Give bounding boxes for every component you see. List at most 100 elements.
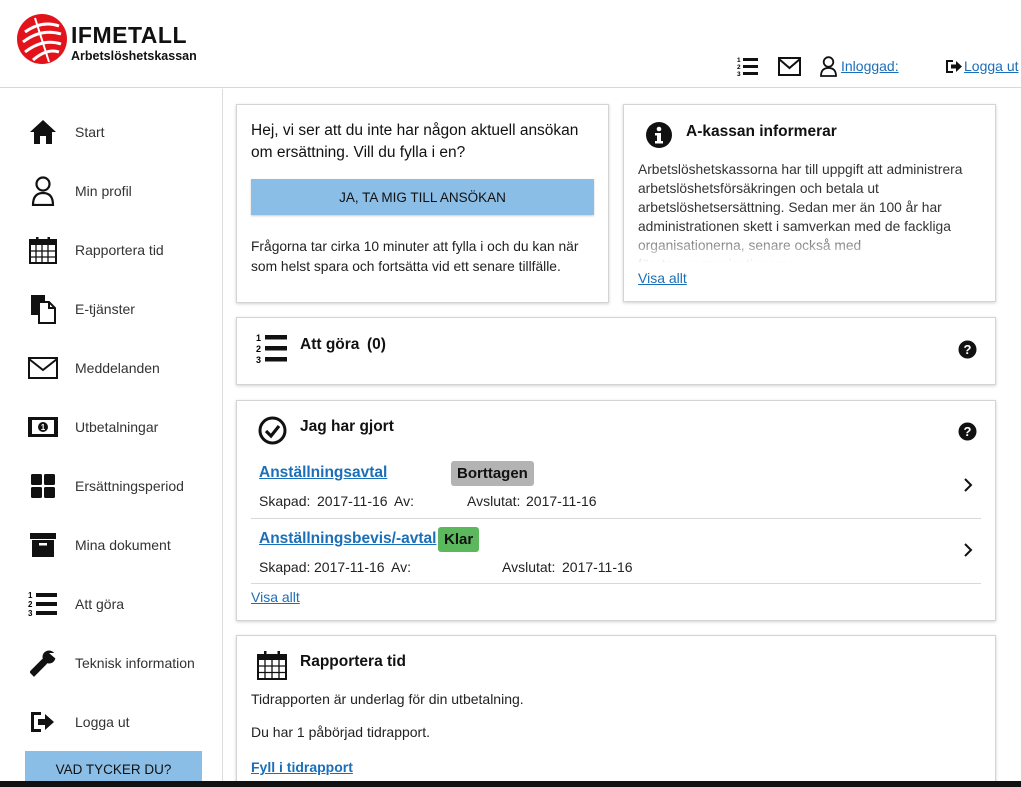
documents-icon: [27, 293, 59, 325]
fill-report-link[interactable]: Fyll i tidrapport: [251, 759, 353, 775]
created-label: Skapad:: [259, 559, 311, 575]
mail-icon: [27, 352, 59, 384]
svg-text:?: ?: [964, 424, 972, 439]
brand-subtitle: Arbetslöshetskassan: [71, 49, 197, 63]
sidebar-item-label: Logga ut: [75, 714, 130, 730]
sidebar-item-meddelanden[interactable]: Meddelanden: [0, 348, 222, 388]
svg-text:3: 3: [737, 71, 741, 78]
sidebar-item-label: Mina dokument: [75, 537, 171, 553]
report-card: Rapportera tid Tidrapporten är underlag …: [236, 635, 996, 787]
logged-in-link[interactable]: Inloggad:: [841, 58, 899, 74]
report-line-1: Tidrapporten är underlag för din utbetal…: [251, 691, 524, 707]
brand-name: IFMETALL: [71, 22, 187, 48]
sign-out-icon: [27, 706, 59, 738]
user-icon: [27, 175, 59, 207]
sidebar-item-logga-ut[interactable]: Logga ut: [0, 702, 222, 742]
info-card: A-kassan informerar Arbetslöshetskassorn…: [623, 104, 996, 302]
closed-date: 2017-11-16: [562, 559, 633, 575]
by-label: Av:: [391, 559, 411, 575]
calendar-icon: [27, 234, 59, 266]
sidebar-item-att-gora[interactable]: 123 Att göra: [0, 584, 222, 624]
created-label: Skapad:: [259, 493, 311, 509]
apply-card: Hej, vi ser att du inte har någon aktuel…: [236, 104, 609, 303]
chevron-right-icon[interactable]: [963, 477, 973, 493]
sidebar-item-teknisk-information[interactable]: Teknisk information: [0, 643, 222, 683]
sidebar-item-label: Rapportera tid: [75, 242, 164, 258]
sidebar-item-ersattningsperiod[interactable]: Ersättningsperiod: [0, 466, 222, 506]
svg-text:?: ?: [964, 342, 972, 357]
sidebar-item-utbetalningar[interactable]: 1 Utbetalningar: [0, 407, 222, 447]
info-title: A-kassan informerar: [686, 123, 837, 140]
list-item[interactable]: Anställningsbevis/-avtal Klar Skapad: 20…: [237, 519, 981, 583]
logout-link[interactable]: Logga ut: [964, 58, 1019, 74]
page-header: IFMETALL Arbetslöshetskassan 1 2 3 Inlog…: [0, 0, 1021, 88]
sign-out-icon[interactable]: [945, 58, 963, 75]
sidebar-item-rapportera-tid[interactable]: Rapportera tid: [0, 230, 222, 270]
by-label: Av:: [394, 493, 414, 509]
item-name-link[interactable]: Anställningsavtal: [259, 464, 387, 482]
sidebar-item-label: Ersättningsperiod: [75, 478, 184, 494]
calendar-icon: [257, 651, 287, 680]
done-title: Jag har gjort: [300, 418, 394, 435]
closed-date: 2017-11-16: [526, 493, 597, 509]
created-date: 2017-11-16: [314, 559, 385, 575]
svg-text:1: 1: [256, 333, 261, 343]
apply-note: Frågorna tar cirka 10 minuter att fylla …: [251, 239, 579, 274]
closed-label: Avslutat:: [467, 493, 521, 509]
chevron-right-icon[interactable]: [963, 542, 973, 558]
svg-text:2: 2: [28, 600, 33, 609]
svg-text:3: 3: [256, 355, 261, 364]
apply-heading: Hej, vi ser att du inte har någon aktuel…: [251, 122, 579, 161]
sidebar-item-label: Start: [75, 124, 105, 140]
sidebar-item-start[interactable]: Start: [0, 112, 222, 152]
info-fade: [638, 230, 983, 264]
grid-icon: [27, 470, 59, 502]
report-title: Rapportera tid: [300, 653, 406, 670]
sidebar-item-label: Teknisk information: [75, 655, 195, 671]
svg-text:2: 2: [256, 344, 261, 354]
divider: [251, 583, 981, 584]
svg-text:1: 1: [28, 591, 33, 600]
created-date: 2017-11-16: [317, 493, 388, 509]
svg-text:1: 1: [41, 423, 46, 432]
sidebar-item-min-profil[interactable]: Min profil: [0, 171, 222, 211]
help-icon[interactable]: ?: [958, 422, 977, 441]
todo-title: Att göra: [300, 336, 360, 353]
info-icon: [646, 122, 672, 148]
home-icon: [27, 116, 59, 148]
todo-list-icon[interactable]: 1 2 3: [737, 56, 759, 78]
bottom-edge: [0, 781, 1021, 787]
item-name-link[interactable]: Anställningsbevis/-avtal: [259, 530, 436, 548]
check-circle-icon: [258, 416, 287, 445]
main-content: Hej, vi ser att du inte har någon aktuel…: [224, 89, 1021, 787]
svg-text:2: 2: [737, 64, 741, 71]
sidebar-item-label: Utbetalningar: [75, 419, 159, 435]
apply-button[interactable]: JA, TA MIG TILL ANSÖKAN: [251, 179, 594, 215]
sidebar-item-mina-dokument[interactable]: Mina dokument: [0, 525, 222, 565]
archive-icon: [27, 529, 59, 561]
sidebar-item-label: E-tjänster: [75, 301, 135, 317]
todo-card: 1 2 3 Att göra (0) ?: [236, 317, 996, 385]
done-show-all-link[interactable]: Visa allt: [251, 589, 300, 605]
list-icon: 1 2 3: [256, 333, 287, 364]
report-line-2: Du har 1 påbörjad tidrapport.: [251, 724, 430, 740]
mail-icon[interactable]: [778, 57, 801, 76]
money-icon: 1: [27, 411, 59, 443]
help-icon[interactable]: ?: [958, 340, 977, 359]
sidebar-item-label: Att göra: [75, 596, 125, 612]
svg-text:3: 3: [28, 609, 33, 618]
list-item[interactable]: Anställningsavtal Borttagen Skapad: 2017…: [237, 453, 981, 517]
status-badge: Klar: [438, 527, 480, 552]
svg-text:1: 1: [737, 57, 741, 64]
wrench-icon: [27, 647, 59, 679]
sidebar-item-label: Meddelanden: [75, 360, 160, 376]
list-icon: 123: [27, 588, 59, 620]
info-show-all-link[interactable]: Visa allt: [638, 270, 687, 286]
sidebar: Start Min profil Rapportera tid E-tjänst…: [0, 89, 223, 787]
sidebar-item-e-tjanster[interactable]: E-tjänster: [0, 289, 222, 329]
sidebar-item-label: Min profil: [75, 183, 132, 199]
status-badge: Borttagen: [451, 461, 534, 486]
todo-count: (0): [367, 336, 386, 353]
ifmetall-logo: [17, 14, 67, 64]
done-card: Jag har gjort ? Anställningsavtal Bortta…: [236, 400, 996, 621]
